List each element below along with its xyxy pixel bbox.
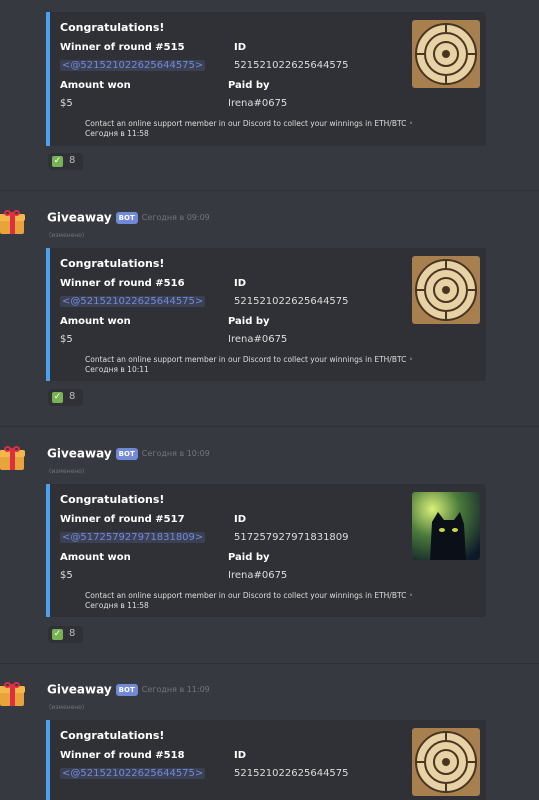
footer-text: Contact an online support member in our …: [85, 355, 407, 364]
embed-title: Congratulations!: [60, 729, 165, 742]
footer-timestamp: Сегодня в 11:58: [85, 601, 149, 610]
id-field-value: 521521022625644575: [234, 60, 349, 71]
paid-by-field-name: Paid by: [228, 316, 270, 327]
gift-icon[interactable]: [0, 682, 26, 708]
id-field-value: 521521022625644575: [234, 768, 349, 779]
paid-by-field-value: Irena#0675: [228, 98, 288, 109]
timestamp: Сегодня в 11:09: [141, 685, 210, 694]
embed-thumbnail-spiral-clock[interactable]: [412, 20, 480, 88]
embed: Congratulations! Winner of round #517 <@…: [46, 484, 486, 617]
paid-by-field-value: Irena#0675: [228, 334, 288, 345]
id-field-name: ID: [234, 42, 247, 53]
user-mention[interactable]: <@521521022625644575>: [60, 60, 206, 71]
message-divider: [0, 663, 539, 664]
footer-text: Contact an online support member in our …: [85, 119, 407, 128]
footer-timestamp: Сегодня в 11:58: [85, 129, 149, 138]
username[interactable]: Giveaway: [47, 211, 112, 225]
id-field-name: ID: [234, 278, 247, 289]
edited-label: (изменено): [49, 232, 85, 239]
embed-title: Congratulations!: [60, 257, 165, 270]
paid-by-field-name: Paid by: [228, 80, 270, 91]
edited-label: (изменено): [49, 468, 85, 475]
white-check-mark-icon: ✓: [52, 156, 63, 167]
edited-label: (изменено): [49, 704, 85, 711]
bot-tag: BOT: [115, 683, 138, 696]
paid-by-field-name: Paid by: [228, 552, 270, 563]
embed-footer: Contact an online support member in our …: [85, 355, 413, 375]
username[interactable]: Giveaway: [47, 683, 112, 697]
paid-by-field-value: Irena#0675: [228, 570, 288, 581]
footer-separator: •: [408, 591, 414, 600]
username[interactable]: Giveaway: [47, 447, 112, 461]
timestamp: Сегодня в 10:09: [141, 449, 210, 458]
id-field-name: ID: [234, 750, 247, 761]
user-mention[interactable]: <@521521022625644575>: [60, 296, 206, 307]
amount-field-name: Amount won: [60, 552, 131, 563]
reaction-count: 8: [69, 155, 76, 166]
reaction-check[interactable]: ✓ 8: [48, 153, 83, 170]
footer-timestamp: Сегодня в 10:11: [85, 365, 149, 374]
amount-field-value: $5: [60, 98, 73, 109]
embed-footer: Contact an online support member in our …: [85, 119, 413, 139]
message-divider: [0, 426, 539, 427]
embed-thumbnail-black-cat[interactable]: [412, 492, 480, 560]
id-field-name: ID: [234, 514, 247, 525]
winner-field-name: Winner of round #515: [60, 42, 185, 53]
bot-tag: BOT: [115, 211, 138, 224]
embed-title: Congratulations!: [60, 493, 165, 506]
embed: Congratulations! Winner of round #515 <@…: [46, 12, 486, 146]
id-field-value: 521521022625644575: [234, 296, 349, 307]
footer-separator: •: [408, 355, 414, 364]
embed-thumbnail-spiral-clock[interactable]: [412, 728, 480, 796]
user-mention[interactable]: <@517257927971831809>: [60, 532, 206, 543]
message-divider: [0, 190, 539, 191]
embed: Congratulations! Winner of round #516 <@…: [46, 248, 486, 381]
winner-field-name: Winner of round #517: [60, 514, 185, 525]
embed-footer: Contact an online support member in our …: [85, 591, 413, 611]
winner-field-name: Winner of round #518: [60, 750, 185, 761]
reaction-count: 8: [69, 628, 76, 639]
message-header: Giveaway BOT Сегодня в 11:09: [47, 679, 210, 697]
reaction-count: 8: [69, 391, 76, 402]
amount-field-value: $5: [60, 570, 73, 581]
embed-thumbnail-spiral-clock[interactable]: [412, 256, 480, 324]
amount-field-name: Amount won: [60, 316, 131, 327]
user-mention[interactable]: <@521521022625644575>: [60, 768, 206, 779]
footer-text: Contact an online support member in our …: [85, 591, 407, 600]
gift-icon[interactable]: [0, 210, 26, 236]
reaction-check[interactable]: ✓ 8: [48, 389, 83, 406]
gift-icon[interactable]: [0, 446, 26, 472]
embed: Congratulations! Winner of round #518 <@…: [46, 720, 486, 800]
reaction-check[interactable]: ✓ 8: [48, 626, 83, 643]
message-header: Giveaway BOT Сегодня в 10:09: [47, 443, 210, 461]
bot-tag: BOT: [115, 447, 138, 460]
amount-field-name: Amount won: [60, 80, 131, 91]
embed-title: Congratulations!: [60, 21, 165, 34]
message-header: Giveaway BOT Сегодня в 09:09: [47, 207, 210, 225]
timestamp: Сегодня в 09:09: [141, 213, 210, 222]
id-field-value: 517257927971831809: [234, 532, 349, 543]
winner-field-name: Winner of round #516: [60, 278, 185, 289]
amount-field-value: $5: [60, 334, 73, 345]
footer-separator: •: [408, 119, 414, 128]
white-check-mark-icon: ✓: [52, 392, 63, 403]
white-check-mark-icon: ✓: [52, 629, 63, 640]
